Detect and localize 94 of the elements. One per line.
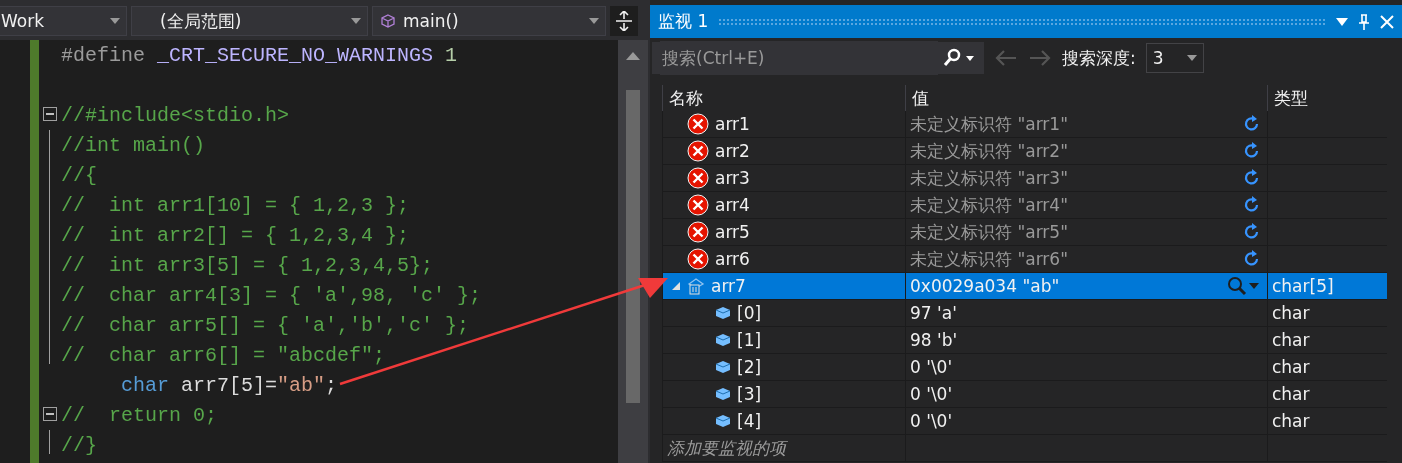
scroll-up-icon[interactable] <box>626 50 640 60</box>
watch-row[interactable]: arr4 未定义标识符 "arr4" <box>662 192 1387 219</box>
column-header[interactable]: 类型 <box>1267 85 1387 111</box>
variable-name: arr5 <box>715 222 750 242</box>
variable-value: 未定义标识符 "arr1" <box>910 112 1068 136</box>
watch-row[interactable]: arr5 未定义标识符 "arr5" <box>662 219 1387 246</box>
caret-icon <box>351 18 361 24</box>
depth-dropdown[interactable]: 3 <box>1145 43 1204 73</box>
code-line: //int main() <box>61 133 206 157</box>
code-line: // int arr3[5] = { 1,2,3,4,5}; <box>61 253 434 277</box>
caret-icon[interactable] <box>1336 17 1348 26</box>
scope-dropdown[interactable]: main() <box>372 6 606 36</box>
error-icon <box>687 167 709 189</box>
variable-type: char <box>1272 411 1310 431</box>
variable-name: arr3 <box>715 168 750 188</box>
add-watch-placeholder[interactable]: 添加要监视的项 <box>667 436 786 460</box>
scope-dropdown[interactable]: (全局范围) <box>131 6 368 36</box>
search-icon[interactable] <box>942 48 976 68</box>
field-icon <box>715 333 731 347</box>
watch-row[interactable]: arr1 未定义标识符 "arr1" <box>662 111 1387 138</box>
variable-type: char <box>1272 330 1310 350</box>
code-line: #define _CRT_SECURE_NO_WARNINGS 1 <box>61 43 458 67</box>
code-line: //#include<stdio.h> <box>61 103 290 127</box>
watch-row[interactable]: [3] 0 '\0' char <box>662 381 1387 408</box>
caret-icon <box>1186 55 1197 61</box>
code-line: // return 0; <box>61 403 218 427</box>
variable-value: 0 '\0' <box>910 384 953 404</box>
code-line: // int arr1[10] = { 1,2,3 }; <box>61 193 410 217</box>
split-window-icon[interactable] <box>610 6 638 36</box>
variable-name: arr4 <box>715 195 750 215</box>
watch-row[interactable]: [0] 97 'a' char <box>662 300 1387 327</box>
error-icon <box>687 221 709 243</box>
variable-type: char <box>1272 357 1310 377</box>
variable-value: 未定义标识符 "arr6" <box>910 247 1068 271</box>
field-icon <box>715 414 731 428</box>
code-line: // int arr2[] = { 1,2,3,4 }; <box>61 223 410 247</box>
variable-value: 0 '\0' <box>910 357 953 377</box>
variable-name: arr2 <box>715 141 750 161</box>
expand-arrow-icon[interactable] <box>671 281 681 291</box>
caret-icon <box>589 18 599 24</box>
variable-type: char[5] <box>1272 276 1334 296</box>
pin-icon[interactable] <box>1358 13 1370 30</box>
variable-value: 0 '\0' <box>910 411 953 431</box>
error-icon <box>687 140 709 162</box>
variable-name: [1] <box>737 330 762 350</box>
variable-icon <box>687 277 705 295</box>
variable-value: 未定义标识符 "arr3" <box>910 166 1068 190</box>
watch-row[interactable]: arr2 未定义标识符 "arr2" <box>662 138 1387 165</box>
code-line: // char arr4[3] = { 'a',98, 'c' }; <box>61 283 482 307</box>
variable-name: [3] <box>737 384 762 404</box>
column-header[interactable]: 值 <box>905 85 1267 111</box>
code-line: char arr7[5]="ab"; <box>121 373 338 397</box>
column-header[interactable]: 名称 <box>662 85 905 111</box>
scope-dropdown[interactable]: Work <box>0 6 127 36</box>
variable-name: [2] <box>737 357 762 377</box>
watch-row[interactable]: arr7 0x0029a034 "ab" char[5] <box>662 273 1387 300</box>
field-icon <box>715 306 731 320</box>
variable-name: arr6 <box>715 249 750 269</box>
search-field[interactable]: 搜索(Ctrl+E) <box>660 41 938 75</box>
variable-value: 未定义标识符 "arr5" <box>910 220 1068 244</box>
variable-type: char <box>1272 303 1310 323</box>
cube-icon <box>381 14 395 28</box>
code-line: // char arr6[] = "abcdef"; <box>61 343 386 367</box>
variable-value: 未定义标识符 "arr4" <box>910 193 1068 217</box>
watch-row[interactable]: [2] 0 '\0' char <box>662 354 1387 381</box>
scrollbar[interactable] <box>618 40 648 463</box>
watch-row[interactable]: [4] 0 '\0' char <box>662 408 1387 435</box>
watch-row[interactable]: arr3 未定义标识符 "arr3" <box>662 165 1387 192</box>
watch-row[interactable]: [1] 98 'b' char <box>662 327 1387 354</box>
error-icon <box>687 194 709 216</box>
caret-icon <box>110 18 120 24</box>
code-line: //{ <box>61 163 97 187</box>
panel-title: 监视 1 <box>658 10 709 33</box>
variable-value: 未定义标识符 "arr2" <box>910 139 1068 163</box>
variable-type: char <box>1272 384 1310 404</box>
collapse-icon[interactable] <box>43 107 57 121</box>
collapse-icon[interactable] <box>43 407 57 421</box>
variable-name: [0] <box>737 303 762 323</box>
error-icon <box>687 248 709 270</box>
variable-name: [4] <box>737 411 762 431</box>
depth-label: 搜索深度: <box>1062 46 1136 70</box>
field-icon <box>715 387 731 401</box>
field-icon <box>715 360 731 374</box>
variable-value: 0x0029a034 "ab" <box>910 276 1060 296</box>
variable-name: arr1 <box>715 114 750 134</box>
magnifier-dropdown-icon[interactable] <box>1227 276 1261 296</box>
close-icon[interactable] <box>1380 14 1394 29</box>
code-line: //} <box>61 433 97 457</box>
variable-value: 97 'a' <box>910 303 957 323</box>
error-icon <box>687 113 709 135</box>
search-box[interactable]: 搜索(Ctrl+E) <box>652 42 984 74</box>
variable-name: arr7 <box>711 276 746 296</box>
code-line: // char arr5[] = { 'a','b','c' }; <box>61 313 470 337</box>
variable-value: 98 'b' <box>910 330 958 350</box>
